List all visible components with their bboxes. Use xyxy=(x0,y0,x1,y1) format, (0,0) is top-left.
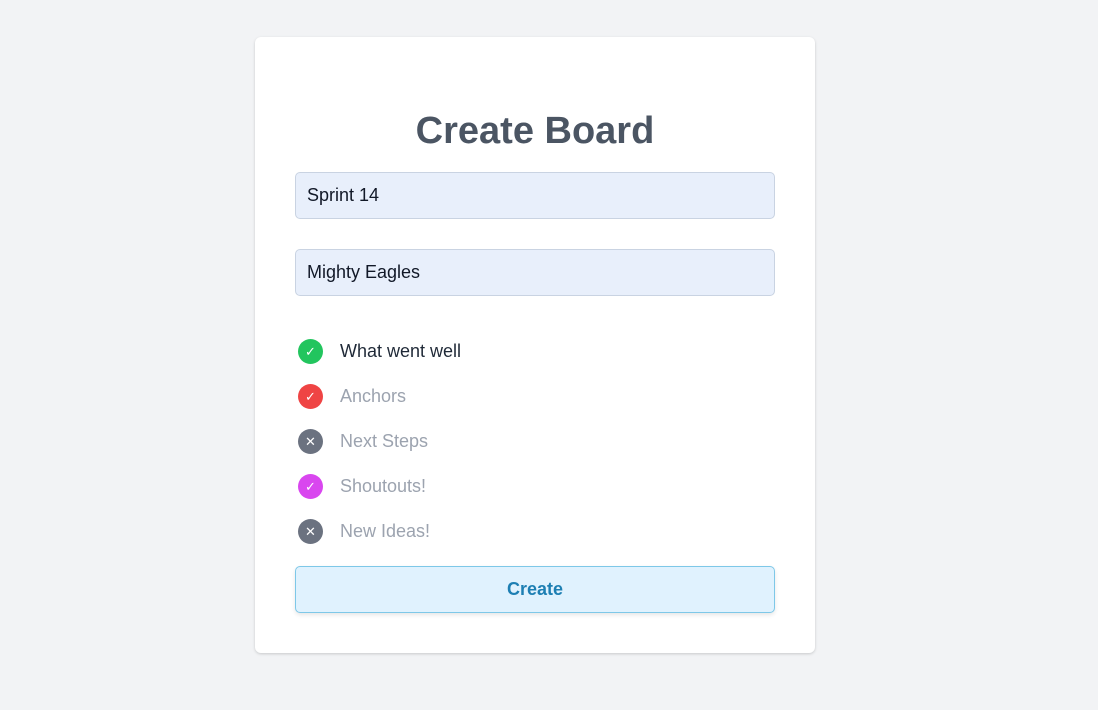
check-icon: ✓ xyxy=(298,474,323,499)
column-option-label: New Ideas! xyxy=(340,521,431,541)
create-button[interactable]: Create xyxy=(295,566,775,613)
column-option-label: Shoutouts! xyxy=(340,476,427,496)
page-title: Create Board xyxy=(415,110,655,152)
check-icon: ✓ xyxy=(298,384,323,409)
column-option-label: What went well xyxy=(340,341,462,361)
column-option-next-steps[interactable]: ✕ Next Steps xyxy=(295,419,775,464)
column-option-shoutouts[interactable]: ✓ Shoutouts! xyxy=(295,464,775,509)
column-option-new-ideas[interactable]: ✕ New Ideas! xyxy=(295,509,775,554)
column-option-label: Next Steps xyxy=(340,431,429,451)
create-board-card: Create Board ✓ What went well ✓ Anchors … xyxy=(255,37,815,653)
x-icon: ✕ xyxy=(298,429,323,454)
x-icon: ✕ xyxy=(298,519,323,544)
column-option-what-went-well[interactable]: ✓ What went well xyxy=(295,329,775,374)
check-icon: ✓ xyxy=(298,339,323,364)
column-options-list: ✓ What went well ✓ Anchors ✕ Next Steps … xyxy=(295,329,775,554)
column-option-anchors[interactable]: ✓ Anchors xyxy=(295,374,775,419)
team-name-input[interactable] xyxy=(295,249,775,296)
board-name-input[interactable] xyxy=(295,172,775,219)
column-option-label: Anchors xyxy=(340,386,407,406)
